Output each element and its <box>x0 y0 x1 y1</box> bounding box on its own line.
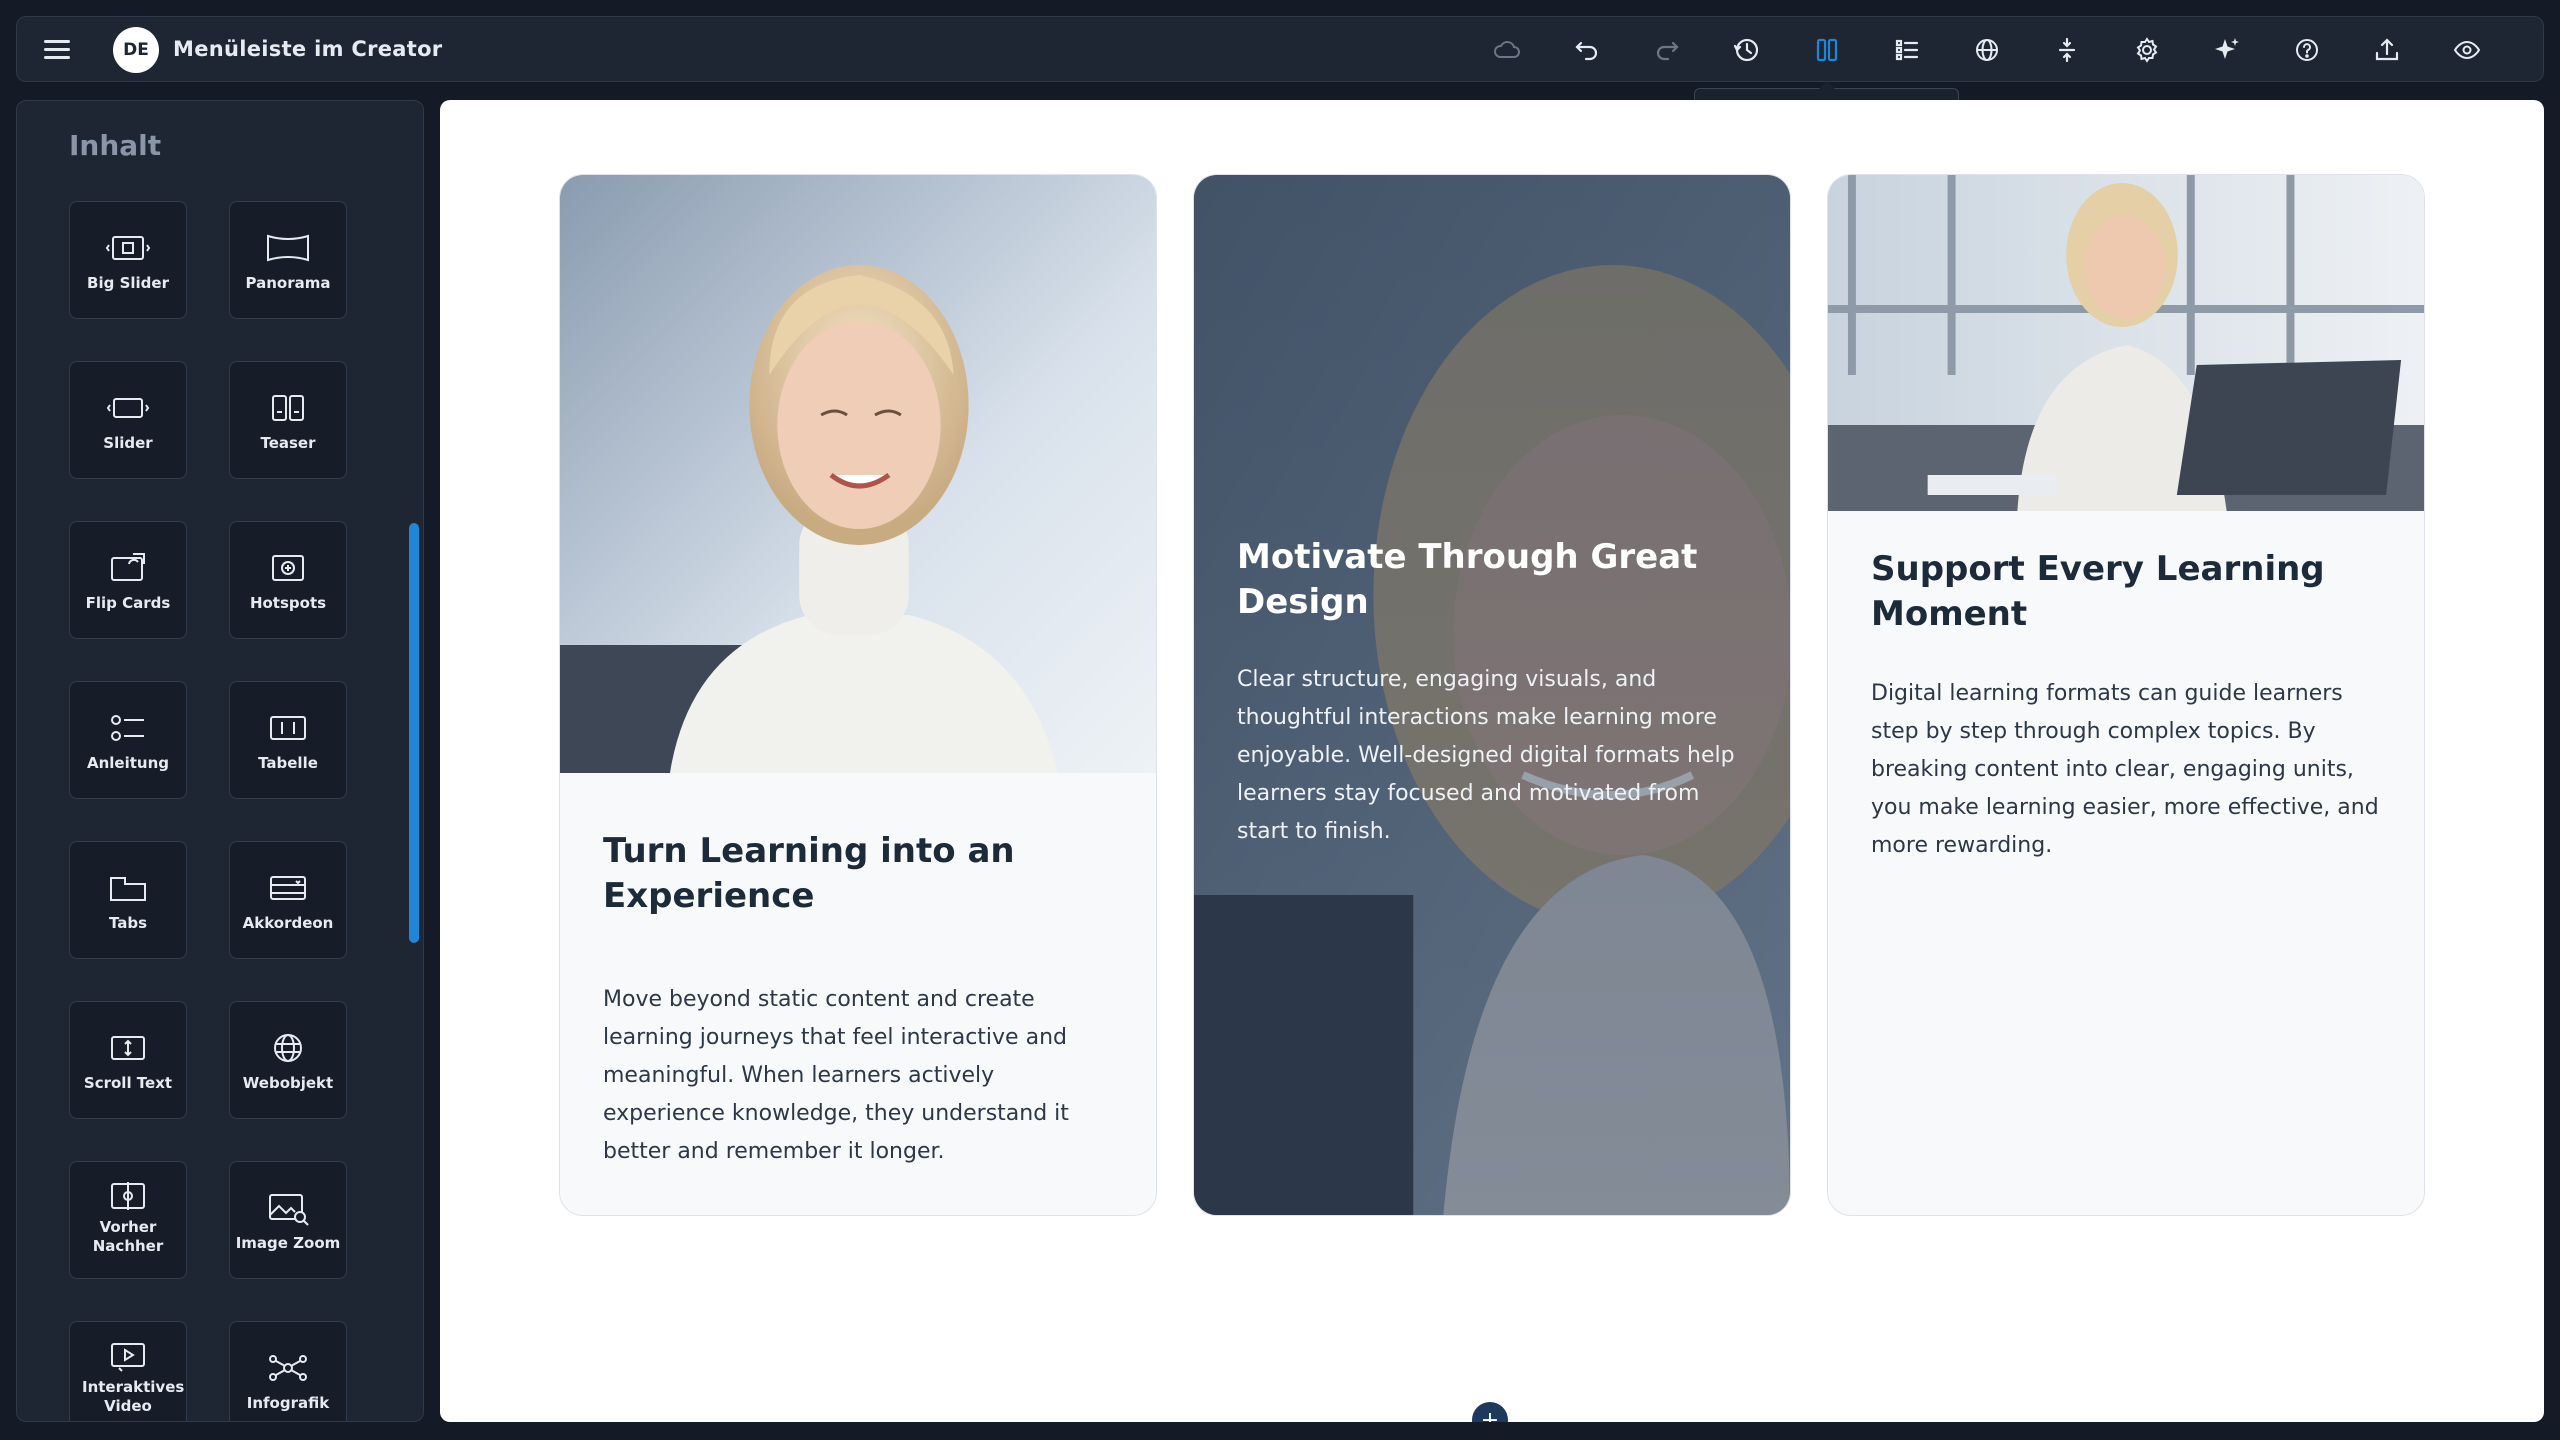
app-title: Menüleiste im Creator <box>173 37 443 61</box>
sidebar-scrollbar[interactable] <box>409 101 419 1421</box>
flip-cards-icon <box>105 550 151 586</box>
tile-label: Slider <box>103 434 153 452</box>
tile-label: Teaser <box>260 434 316 452</box>
tile-webobjekt[interactable]: Webobjekt <box>229 1001 347 1119</box>
undo-icon[interactable] <box>1567 30 1607 70</box>
tile-anleitung[interactable]: Anleitung <box>69 681 187 799</box>
tile-slider[interactable]: Slider <box>69 361 187 479</box>
tile-label: Tabs <box>108 914 148 932</box>
teaser-card-3[interactable]: Support Every Learning Moment Digital le… <box>1827 174 2425 1216</box>
cloud-icon[interactable] <box>1487 30 1527 70</box>
tile-panorama[interactable]: Panorama <box>229 201 347 319</box>
teaser-icon <box>265 390 311 426</box>
list-icon[interactable] <box>1887 30 1927 70</box>
accordion-icon <box>265 870 311 906</box>
slider-icon <box>105 390 151 426</box>
card-photo <box>1828 175 2424 511</box>
sidebar-scroll-thumb[interactable] <box>409 523 419 943</box>
tile-label: Vorher Nachher <box>92 1218 164 1255</box>
content-sidebar: Inhalt Big Slider Panorama Slider Teaser… <box>16 100 424 1422</box>
top-menu-bar: DE Menüleiste im Creator <box>16 16 2544 82</box>
web-object-icon <box>265 1030 311 1066</box>
tile-flip-cards[interactable]: Flip Cards <box>69 521 187 639</box>
tile-label: Big Slider <box>87 274 169 292</box>
tile-label: Infografik <box>246 1394 330 1412</box>
preview-icon[interactable] <box>2447 30 2487 70</box>
hotspots-icon <box>265 550 311 586</box>
history-icon[interactable] <box>1727 30 1767 70</box>
tile-vorher-nachher[interactable]: Vorher Nachher <box>69 1161 187 1279</box>
tile-tabs[interactable]: Tabs <box>69 841 187 959</box>
tile-akkordeon[interactable]: Akkordeon <box>229 841 347 959</box>
card-title: Motivate Through Great Design <box>1237 537 1698 622</box>
add-block-button[interactable]: + <box>1472 1402 1508 1422</box>
scroll-text-icon <box>105 1030 151 1066</box>
sparkle-icon[interactable] <box>2207 30 2247 70</box>
tile-label: Scroll Text <box>83 1074 173 1092</box>
card-title: Turn Learning into an Experience <box>603 831 1015 916</box>
card-photo <box>560 175 1156 773</box>
card-title: Support Every Learning Moment <box>1871 549 2325 634</box>
tile-label: Image Zoom <box>235 1234 341 1252</box>
image-zoom-icon <box>265 1190 311 1226</box>
tile-label: Flip Cards <box>85 594 171 612</box>
upload-icon[interactable] <box>2367 30 2407 70</box>
tile-label: Akkordeon <box>242 914 334 932</box>
card-text: Digital learning formats can guide learn… <box>1871 681 2379 858</box>
tile-teaser[interactable]: Teaser <box>229 361 347 479</box>
tile-interaktives-video[interactable]: Interaktives Video <box>69 1321 187 1421</box>
table-icon <box>265 710 311 746</box>
language-badge[interactable]: DE <box>113 27 159 73</box>
template-icon[interactable] <box>1807 30 1847 70</box>
tile-scroll-text[interactable]: Scroll Text <box>69 1001 187 1119</box>
panorama-icon <box>265 230 311 266</box>
interactive-video-icon <box>105 1338 151 1374</box>
tile-tabelle[interactable]: Tabelle <box>229 681 347 799</box>
before-after-icon <box>105 1178 151 1214</box>
sidebar-title: Inhalt <box>69 129 162 162</box>
tile-label: Webobjekt <box>242 1074 334 1092</box>
hamburger-menu-icon[interactable] <box>41 34 73 66</box>
teaser-card-2[interactable]: Motivate Through Great Design Clear stru… <box>1193 174 1791 1216</box>
settings-icon[interactable] <box>2127 30 2167 70</box>
tabs-icon <box>105 870 151 906</box>
tile-infografik[interactable]: Infografik <box>229 1321 347 1421</box>
tile-image-zoom[interactable]: Image Zoom <box>229 1161 347 1279</box>
infographic-icon <box>265 1350 311 1386</box>
tile-big-slider[interactable]: Big Slider <box>69 201 187 319</box>
card-text: Move beyond static content and create le… <box>603 987 1069 1164</box>
big-slider-icon <box>105 230 151 266</box>
teaser-card-1[interactable]: Turn Learning into an Experience Move be… <box>559 174 1157 1216</box>
tile-label: Interaktives Video <box>82 1378 185 1415</box>
tile-hotspots[interactable]: Hotspots <box>229 521 347 639</box>
tile-label: Tabelle <box>258 754 318 772</box>
redo-icon[interactable] <box>1647 30 1687 70</box>
globe-icon[interactable] <box>1967 30 2007 70</box>
tile-label: Panorama <box>245 274 331 292</box>
card-text: Clear structure, engaging visuals, and t… <box>1237 667 1735 844</box>
tile-label: Anleitung <box>86 754 169 772</box>
spacing-icon[interactable] <box>2047 30 2087 70</box>
instruction-icon <box>105 710 151 746</box>
help-icon[interactable] <box>2287 30 2327 70</box>
editor-canvas: Turn Learning into an Experience Move be… <box>440 100 2544 1422</box>
tile-label: Hotspots <box>249 594 327 612</box>
